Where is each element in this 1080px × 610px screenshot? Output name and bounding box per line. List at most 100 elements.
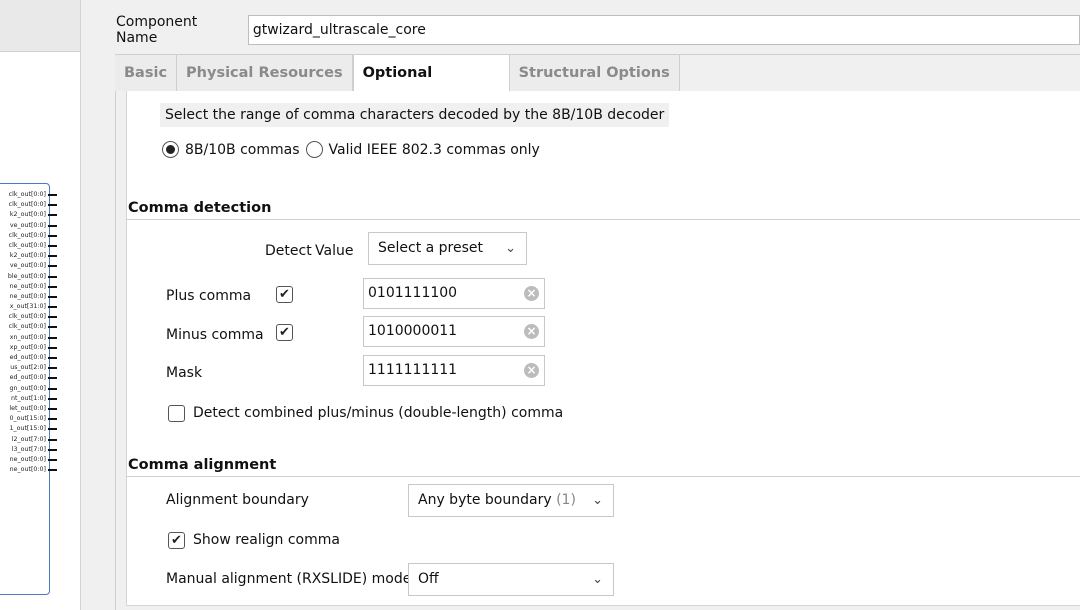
port-pin bbox=[48, 377, 57, 380]
port-pin bbox=[48, 255, 57, 258]
port-pin bbox=[48, 275, 57, 278]
symbol-port: xn_out[0:0] bbox=[0, 333, 58, 343]
symbol-port: us_out[2:0] bbox=[0, 363, 58, 373]
minus-comma-label: Minus comma bbox=[166, 327, 264, 343]
plus-comma-input[interactable]: 0101111100 × bbox=[363, 278, 545, 309]
component-name-input[interactable]: gtwizard_ultrascale_core bbox=[247, 15, 1080, 45]
port-pin bbox=[48, 204, 57, 207]
symbol-port: ne_out[0:0] bbox=[0, 465, 58, 475]
chevron-down-icon: ⌄ bbox=[592, 572, 603, 587]
alignment-boundary-select[interactable]: Any byte boundary (1) ⌄ bbox=[408, 484, 614, 517]
value-label: Value bbox=[315, 243, 354, 259]
symbol-port: l2_out[7:0] bbox=[0, 435, 58, 445]
symbol-port: ne_out[0:0] bbox=[0, 282, 58, 292]
ip-symbol-panel: clk_out[0:0] clk_out[0:0] k2_out[0:0] ve_ou… bbox=[0, 0, 81, 610]
port-pin bbox=[48, 214, 57, 217]
mask-value: 1111111111 bbox=[368, 362, 458, 378]
radio-ieee-commas-label[interactable]: Valid IEEE 802.3 commas only bbox=[329, 142, 540, 158]
clear-icon[interactable]: × bbox=[524, 286, 539, 301]
port-pin bbox=[48, 387, 57, 390]
port-pin bbox=[48, 224, 57, 227]
plus-comma-label: Plus comma bbox=[166, 288, 252, 304]
symbol-port: gn_out[0:0] bbox=[0, 384, 58, 394]
clear-icon[interactable]: × bbox=[524, 324, 539, 339]
port-pin bbox=[48, 438, 57, 441]
port-pin bbox=[48, 418, 57, 421]
minus-comma-input[interactable]: 1010000011 × bbox=[363, 316, 545, 347]
ip-customization-window: clk_out[0:0] clk_out[0:0] k2_out[0:0] ve_ou… bbox=[0, 0, 1080, 610]
tab-bar: Basic Physical Resources Optional Featur… bbox=[115, 54, 1080, 117]
port-pin bbox=[48, 458, 57, 461]
symbol-port: ble_out[0:0] bbox=[0, 272, 58, 282]
port-pin bbox=[48, 346, 57, 349]
alignment-boundary-label: Alignment boundary bbox=[166, 492, 309, 508]
combined-comma-label[interactable]: Detect combined plus/minus (double-lengt… bbox=[193, 403, 563, 423]
symbol-port: let_out[0:0] bbox=[0, 404, 58, 414]
port-pin bbox=[48, 285, 57, 288]
port-pin bbox=[48, 244, 57, 247]
minus-comma-checkbox[interactable] bbox=[276, 324, 293, 341]
port-pin bbox=[48, 265, 57, 268]
symbol-port: clk_out[0:0] bbox=[0, 190, 58, 200]
optional-features-content: Select the range of comma characters dec… bbox=[126, 91, 1080, 606]
radio-8b10b-commas[interactable] bbox=[162, 141, 179, 158]
show-realign-comma-checkbox[interactable] bbox=[168, 532, 185, 549]
symbol-port: nt_out[1:0] bbox=[0, 394, 58, 404]
ip-symbol-toolbar bbox=[0, 0, 80, 52]
radio-ieee-commas[interactable] bbox=[305, 141, 323, 158]
tab-basic[interactable]: Basic bbox=[115, 55, 178, 91]
comma-range-radio-group: 8B/10B commas Valid IEEE 802.3 commas on… bbox=[162, 141, 546, 158]
comma-range-note: Select the range of comma characters dec… bbox=[160, 103, 670, 127]
symbol-port: clk_out[0:0] bbox=[0, 322, 58, 332]
symbol-port: 1_out[15:0] bbox=[0, 424, 58, 434]
symbol-port: xp_out[0:0] bbox=[0, 343, 58, 353]
symbol-port: ed_out[0:0] bbox=[0, 373, 58, 383]
manual-alignment-select[interactable]: Off ⌄ bbox=[408, 563, 614, 596]
port-pin bbox=[48, 326, 57, 329]
tab-panel: Select the range of comma characters dec… bbox=[115, 91, 1080, 610]
port-pin bbox=[48, 448, 57, 451]
manual-alignment-value: Off bbox=[418, 571, 439, 587]
component-name-row: Component Name gtwizard_ultrascale_core bbox=[116, 14, 1080, 46]
symbol-port: k2_out[0:0] bbox=[0, 210, 58, 220]
port-pin bbox=[48, 316, 57, 319]
radio-8b10b-commas-label[interactable]: 8B/10B commas bbox=[185, 142, 300, 158]
combined-comma-checkbox[interactable] bbox=[168, 405, 185, 422]
plus-comma-checkbox[interactable] bbox=[276, 286, 293, 303]
mask-label: Mask bbox=[166, 365, 203, 381]
mask-input[interactable]: 1111111111 × bbox=[363, 355, 545, 386]
symbol-port: ve_out[0:0] bbox=[0, 221, 58, 231]
port-pin bbox=[48, 357, 57, 359]
comma-detection-title: Comma detection bbox=[127, 196, 1080, 220]
port-pin bbox=[48, 397, 57, 400]
configuration-area: Component Name gtwizard_ultrascale_core … bbox=[81, 0, 1080, 610]
symbol-port: l3_out[7:0] bbox=[0, 445, 58, 455]
port-pin bbox=[48, 295, 57, 298]
symbol-port: ed_out[0:0] bbox=[0, 353, 58, 363]
minus-comma-value: 1010000011 bbox=[368, 323, 458, 339]
preset-select[interactable]: Select a preset ⌄ bbox=[368, 232, 527, 265]
tab-structural-options[interactable]: Structural Options bbox=[509, 55, 680, 91]
clear-icon[interactable]: × bbox=[524, 363, 539, 378]
radio-selected-dot bbox=[166, 145, 175, 154]
alignment-boundary-value: Any byte boundary bbox=[418, 492, 552, 508]
port-pin bbox=[48, 469, 57, 472]
port-pin bbox=[48, 428, 57, 431]
chevron-down-icon: ⌄ bbox=[505, 241, 516, 256]
chevron-down-icon: ⌄ bbox=[592, 493, 603, 508]
tab-optional-features[interactable]: Optional Features bbox=[352, 55, 510, 117]
symbol-port: clk_out[0:0] bbox=[0, 231, 58, 241]
alignment-boundary-suffix: (1) bbox=[556, 492, 576, 508]
component-name-label: Component Name bbox=[116, 14, 198, 46]
port-pin bbox=[48, 407, 57, 410]
show-realign-comma-label[interactable]: Show realign comma bbox=[193, 530, 340, 550]
port-pin bbox=[48, 336, 57, 339]
symbol-port: x_out[31:0] bbox=[0, 302, 58, 312]
symbol-port: clk_out[0:0] bbox=[0, 241, 58, 251]
symbol-port: ne_out[0:0] bbox=[0, 455, 58, 465]
tab-physical-resources[interactable]: Physical Resources bbox=[177, 55, 353, 91]
port-pin bbox=[48, 367, 57, 370]
manual-alignment-label: Manual alignment (RXSLIDE) mode bbox=[166, 571, 412, 587]
symbol-port: clk_out[0:0] bbox=[0, 200, 58, 210]
port-pin bbox=[48, 194, 57, 196]
